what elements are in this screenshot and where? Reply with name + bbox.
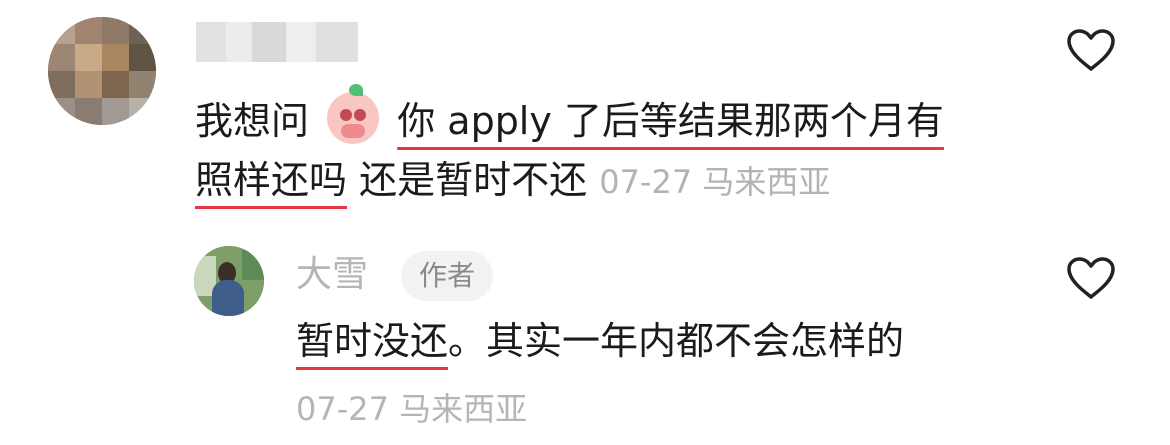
commenter-avatar[interactable]	[48, 17, 156, 125]
reply-text-highlight: 暂时没还	[296, 319, 449, 363]
comment-text-line-1: 我想问 你 apply 了后等结果那两个月有	[195, 84, 944, 145]
reply-author-name[interactable]: 大雪	[296, 253, 368, 297]
comment-text-prefix: 我想问	[195, 99, 310, 143]
author-badge: 作者	[401, 251, 494, 301]
comment-text-highlight-1: 你 apply 了后等结果那两个月有	[397, 99, 944, 143]
reply-author-avatar[interactable]	[194, 246, 264, 316]
pleading-face-icon	[327, 84, 380, 144]
heart-outline-icon[interactable]	[1066, 256, 1116, 300]
commenter-name-blurred[interactable]	[196, 22, 358, 62]
reply-text-rest: 。其实一年内都不会怎样的	[448, 319, 905, 363]
comment-meta: 07-27 马来西亚	[599, 163, 831, 201]
comment-text-highlight-2: 照样还吗	[195, 158, 348, 202]
reply-meta: 07-27 马来西亚	[296, 390, 528, 428]
reply-text: 暂时没还。其实一年内都不会怎样的	[296, 317, 904, 365]
comment-text-line-2: 照样还吗 还是暂时不还 07-27 马来西亚	[195, 156, 830, 206]
comment-text-rest: 还是暂时不还	[347, 158, 588, 202]
heart-outline-icon[interactable]	[1066, 28, 1116, 72]
